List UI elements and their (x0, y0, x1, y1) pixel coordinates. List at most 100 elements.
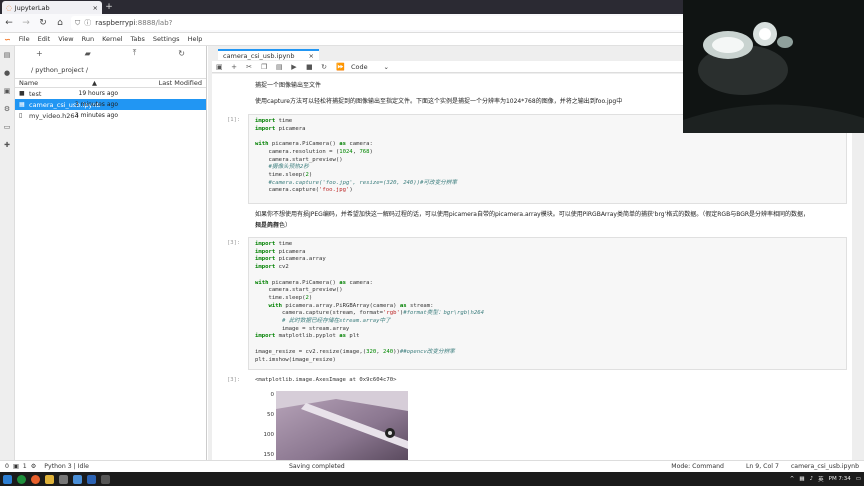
jupyter-favicon-icon: ◌ (6, 3, 12, 12)
save-icon[interactable]: ▣ (216, 63, 223, 71)
menu-run[interactable]: Run (82, 35, 94, 43)
status-filename: camera_csi_usb.ipynb (790, 463, 859, 470)
file-modified: 3 minutes ago (74, 101, 118, 108)
close-icon[interactable]: × (309, 52, 314, 60)
network-icon[interactable]: ▦ (799, 476, 804, 482)
cell-type-value: Code (351, 62, 368, 71)
file-list-header: Name ▲ Last Modified (15, 78, 206, 88)
cell-type-select[interactable]: Code ⌄ (351, 63, 389, 71)
stop-icon[interactable]: ■ (306, 63, 313, 71)
cursor-position[interactable]: Ln 9, Col 7 (746, 463, 779, 470)
back-icon[interactable]: ← (3, 17, 15, 29)
close-tab-icon[interactable]: × (93, 4, 98, 12)
taskbar-app-icon[interactable] (31, 474, 40, 484)
output-prompt: [3]: (227, 377, 241, 383)
cut-icon[interactable]: ✂ (246, 63, 252, 71)
restart-icon[interactable]: ↻ (321, 63, 327, 71)
taskbar-app-icon[interactable] (87, 474, 96, 484)
folder-icon[interactable]: ▤ (3, 51, 12, 60)
reload-icon[interactable]: ↻ (37, 17, 49, 29)
url-rest: :8888/lab? (135, 19, 173, 27)
shield-icon: ⛉ (75, 18, 81, 27)
clock[interactable]: PM 7:34 (829, 476, 851, 482)
camera-preview-image (683, 0, 864, 133)
status-terminal-icon: ▣ (12, 463, 19, 470)
cell-prompt: [3]: (227, 240, 241, 246)
file-browser-toolbar: + ▰ ⤒ ↻ (15, 46, 206, 60)
status-gear-icon: ⚙ (30, 463, 37, 470)
menu-view[interactable]: View (58, 35, 73, 43)
folder-icon: ■ (19, 90, 25, 97)
menu-settings[interactable]: Settings (153, 35, 180, 43)
save-status: Saving completed (288, 463, 345, 470)
y-tick-label: 50 (267, 412, 274, 418)
file-modified: 19 hours ago (78, 90, 118, 97)
list-item[interactable]: ▦ camera_csi_usb.ipynb 3 minutes ago (15, 99, 206, 110)
upload-icon[interactable]: ⤒ (133, 48, 137, 58)
fast-forward-icon[interactable]: ⏩ (336, 63, 345, 71)
tray-chevron-icon[interactable]: ^ (790, 476, 795, 482)
y-tick-label: 100 (263, 432, 275, 438)
copy-icon[interactable]: ❐ (261, 63, 267, 71)
new-folder-icon[interactable]: ▰ (85, 49, 91, 58)
notebook-mode: Mode: Command (671, 463, 724, 470)
refresh-icon[interactable]: ↻ (178, 49, 185, 58)
status-terminals-count[interactable]: 0 (5, 463, 9, 470)
volume-icon[interactable]: ♪ (810, 476, 814, 482)
start-icon[interactable] (3, 474, 12, 484)
list-item[interactable]: ■ test 19 hours ago (15, 88, 206, 99)
notebook-tab-label: camera_csi_usb.ipynb (223, 51, 295, 60)
taskbar-app-icon[interactable] (59, 474, 68, 484)
ime-indicator[interactable]: 英 (818, 475, 824, 483)
file-modified: 3 minutes ago (74, 112, 118, 119)
menu-edit[interactable]: Edit (38, 35, 51, 43)
column-name[interactable]: Name (19, 79, 92, 87)
notification-icon[interactable]: ▭ (856, 476, 861, 482)
forward-icon[interactable]: → (20, 17, 32, 29)
new-launcher-icon[interactable]: + (36, 49, 43, 58)
home-icon[interactable]: ⌂ (54, 17, 66, 29)
status-bar: 0 ▣ 1 ⚙ Python 3 | Idle Saving completed… (0, 460, 864, 472)
running-icon[interactable]: ● (3, 69, 12, 78)
new-tab-icon[interactable]: + (102, 1, 116, 14)
chevron-down-icon: ⌄ (383, 62, 389, 71)
taskbar-app-icon[interactable] (73, 474, 82, 484)
plot-y-axis: 0 50 100 150 (263, 392, 275, 460)
taskbar-app-icon[interactable] (45, 474, 54, 484)
url-host: raspberrypi (95, 19, 136, 27)
insert-cell-icon[interactable]: + (231, 63, 237, 71)
browser-tab-title: JupyterLab (14, 3, 50, 12)
code-cell[interactable]: import time import picamera import picam… (248, 237, 847, 370)
menu-file[interactable]: File (19, 35, 30, 43)
browser-tab[interactable]: ◌ JupyterLab × (2, 1, 102, 14)
left-activity-bar: ▤ ● ▣ ⚙ ▭ ✚ (0, 46, 15, 460)
menu-tabs[interactable]: Tabs (131, 35, 145, 43)
markdown-text: 相反的颜色） (255, 222, 292, 229)
cell-prompt: [1]: (227, 117, 241, 123)
property-inspector-icon[interactable]: ⚙ (3, 105, 12, 114)
y-tick-label: 150 (263, 452, 275, 458)
page-info-icon[interactable]: ⓘ (84, 18, 91, 28)
column-modified[interactable]: Last Modified (142, 79, 202, 87)
taskbar-app-icon[interactable] (17, 474, 26, 484)
paste-icon[interactable]: ▤ (276, 63, 283, 71)
tabs-icon[interactable]: ▭ (3, 123, 12, 132)
commands-icon[interactable]: ▣ (3, 87, 12, 96)
extension-icon[interactable]: ✚ (3, 141, 12, 150)
list-item[interactable]: ▯ my_video.h264 3 minutes ago (15, 110, 206, 121)
status-kernels-count[interactable]: 1 (23, 463, 27, 470)
taskbar-app-icon[interactable] (101, 474, 110, 484)
file-icon: ▯ (19, 112, 23, 119)
menu-kernel[interactable]: Kernel (102, 35, 122, 43)
camera-preview-window (683, 0, 864, 133)
kernel-status[interactable]: Python 3 | Idle (44, 463, 89, 470)
file-browser: + ▰ ⤒ ↻ / python_project / Name ▲ Last M… (15, 46, 207, 460)
run-icon[interactable]: ▶ (291, 63, 297, 71)
notebook-icon: ▦ (19, 101, 25, 108)
sort-arrow-icon[interactable]: ▲ (92, 79, 142, 87)
notebook-tab[interactable]: camera_csi_usb.ipynb × (218, 49, 319, 60)
jupyter-logo-icon: ∽ (4, 34, 11, 44)
menu-help[interactable]: Help (188, 35, 203, 43)
breadcrumb[interactable]: / python_project / (15, 60, 206, 78)
output-image (276, 391, 408, 460)
